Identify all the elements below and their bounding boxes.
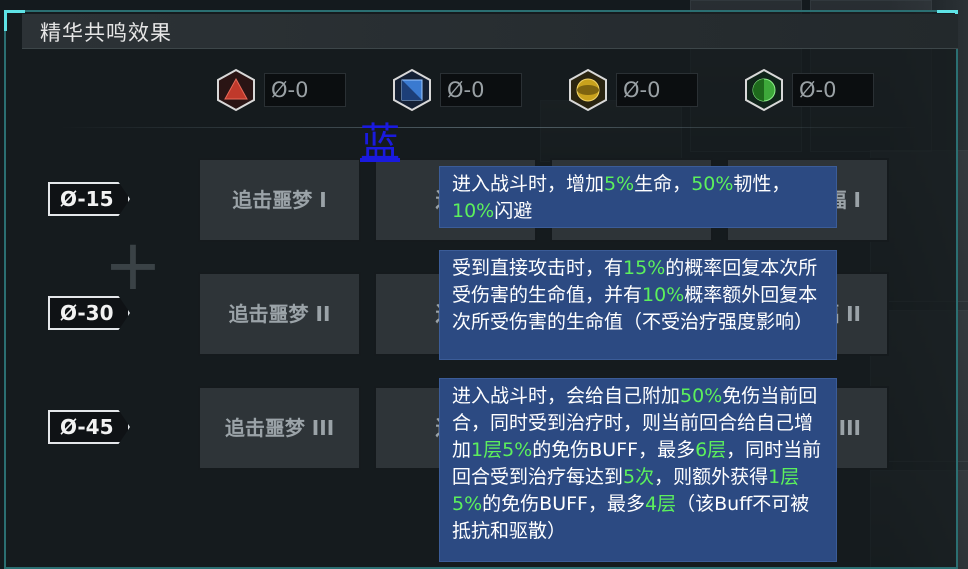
blue-square-gem-icon (393, 68, 431, 112)
tooltip-text: 的免伤BUFF，最多 (482, 493, 645, 515)
tooltip-text: 受到直接攻击时，有 (452, 257, 624, 279)
highlight-value: 1层 (768, 466, 800, 488)
highlight-value: 50% (680, 385, 723, 407)
green-circle-gem-icon (745, 68, 783, 112)
tooltip-effect-1: 进入战斗时，增加5%生命，50%韧性， 10%闪避 (439, 166, 837, 228)
tooltip-effect-2: 受到直接攻击时，有15%的概率回复本次所受伤害的生命值，并有10%概率额外回复本… (439, 250, 837, 360)
highlight-value: 6层 (695, 439, 727, 461)
green-stone-count: Ø-0 (792, 73, 874, 107)
yellow-stone-count: Ø-0 (616, 73, 698, 107)
skill-slot[interactable]: 追击噩梦 III (198, 386, 361, 470)
divider (60, 127, 920, 128)
skill-slot[interactable]: 追击噩梦 I (198, 158, 361, 242)
tooltip-text: ，则额外获得 (654, 466, 769, 488)
level-tag-45: Ø-45 (48, 410, 130, 444)
highlight-value: 5% (502, 439, 533, 461)
highlight-value: 15% (623, 257, 666, 279)
skill-slot[interactable]: 追击噩梦 II (198, 272, 361, 356)
blue-stone-count: Ø-0 (440, 73, 522, 107)
tooltip-text: 进入战斗时，增加 (452, 173, 605, 195)
red-triangle-gem-icon (217, 68, 255, 112)
highlight-value: 10% (642, 284, 685, 306)
level-tag-15: Ø-15 (48, 182, 130, 216)
red-stone-count: Ø-0 (264, 73, 346, 107)
highlight-value: 5次 (623, 466, 655, 488)
highlight-value: 10% (452, 200, 495, 222)
overlay-character: 蓝 (360, 120, 400, 166)
highlight-value: 50% (691, 173, 734, 195)
tooltip-text: 进入战斗时，会给自己附加 (452, 385, 681, 407)
panel-title: 精华共鸣效果 (40, 21, 172, 45)
yellow-circle-gem-icon (569, 68, 607, 112)
tooltip-text: 韧性， (733, 173, 791, 195)
level-tag-30: Ø-30 (48, 296, 130, 330)
tooltip-text: 闪避 (494, 200, 533, 222)
highlight-value: 4层 (644, 493, 677, 515)
highlight-value: 1层 (471, 439, 503, 461)
tooltip-text: 生命， (634, 173, 692, 195)
highlight-value: 5% (604, 173, 635, 195)
highlight-value: 5% (452, 493, 483, 515)
tooltip-effect-3: 进入战斗时，会给自己附加50%免伤当前回合，同时受到治疗时，则当前回合给自己增加… (439, 378, 837, 562)
tooltip-text: 的免伤BUFF，最多 (532, 439, 696, 461)
